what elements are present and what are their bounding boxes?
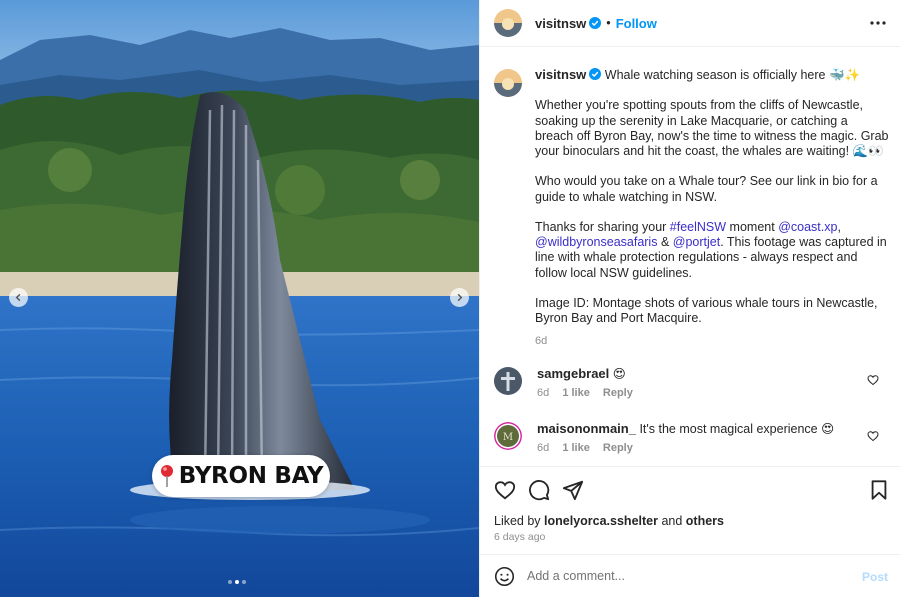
carousel-indicator: [228, 580, 246, 584]
username-link[interactable]: visitnsw: [535, 16, 586, 31]
verified-badge-icon: [589, 68, 602, 80]
comment-time: 6d: [537, 442, 550, 454]
separator-dot: •: [606, 16, 611, 30]
caption-body: visitnsw Whale watching season is offici…: [535, 67, 889, 349]
comment-body: maisononmain_ It's the most magical expe…: [537, 421, 889, 454]
heart-icon[interactable]: [494, 479, 516, 501]
avatar[interactable]: [494, 69, 522, 97]
likes-prefix: Liked by: [494, 514, 545, 528]
caption-timestamp: 6d: [535, 334, 548, 347]
caption-headline-text: Whale watching season is officially here…: [604, 68, 861, 82]
caption-text: moment: [726, 219, 779, 234]
heart-icon[interactable]: [867, 374, 879, 386]
carousel-dot-active: [235, 580, 239, 584]
mention-link[interactable]: @portjet: [673, 235, 720, 249]
carousel-dot: [228, 580, 232, 584]
caption-paragraph: Who would you take on a Whale tour? See …: [535, 174, 878, 204]
comment-input[interactable]: [527, 569, 847, 583]
comment-username[interactable]: maisononmain_: [537, 421, 636, 436]
follow-button[interactable]: Follow: [616, 16, 657, 31]
comment-content: It's the most magical experience 😍: [639, 422, 835, 436]
comment-item: M maisononmain_ It's the most magical ex…: [494, 421, 889, 454]
comment-username[interactable]: samgebrael: [537, 366, 609, 381]
caption-paragraph: Thanks for sharing your #feelNSW moment …: [535, 220, 889, 281]
comment-body: samgebrael 😍 6d 1 like Reply: [537, 366, 889, 399]
verified-badge-icon: [589, 17, 602, 29]
post-caption: visitnsw Whale watching season is offici…: [494, 67, 889, 349]
carousel-dot: [242, 580, 246, 584]
comment-icon[interactable]: [528, 479, 550, 501]
hashtag-link[interactable]: #feelNSW: [670, 220, 726, 234]
reply-button[interactable]: Reply: [603, 442, 633, 454]
liker-username[interactable]: lonelyorca.sshelter: [544, 514, 658, 528]
caption-username[interactable]: visitnsw: [535, 67, 586, 82]
avatar[interactable]: M: [494, 422, 522, 450]
caption-headline: visitnsw Whale watching season is offici…: [535, 67, 889, 83]
post-timestamp: 6 days ago: [494, 531, 546, 543]
avatar[interactable]: [494, 9, 522, 37]
caption-paragraph: Whether you're spotting spouts from the …: [535, 98, 889, 158]
likes-middle: and: [657, 514, 686, 528]
caption-text: Thanks for sharing your: [535, 219, 670, 234]
carousel-prev-button[interactable]: [9, 288, 28, 307]
post-comment-button[interactable]: Post: [862, 570, 888, 584]
chevron-left-icon: [15, 293, 21, 302]
bookmark-icon[interactable]: [868, 479, 890, 501]
reply-button[interactable]: Reply: [603, 387, 633, 399]
location-label: BYRON BAY: [178, 463, 324, 489]
caption-paragraph: Image ID: Montage shots of various whale…: [535, 295, 878, 326]
heart-icon[interactable]: [867, 430, 879, 442]
likes-summary: Liked by lonelyorca.sshelter and others: [494, 514, 724, 528]
location-sticker: BYRON BAY: [152, 455, 330, 497]
comment-text: samgebrael 😍: [537, 366, 889, 382]
comment-meta: 6d 1 like Reply: [537, 387, 889, 399]
likes-others-link[interactable]: others: [686, 514, 724, 528]
mention-link[interactable]: @wildbyronseasafaris: [535, 235, 657, 249]
share-icon[interactable]: [562, 479, 584, 501]
avatar[interactable]: [494, 367, 522, 395]
more-options-icon[interactable]: [869, 14, 887, 32]
caption-text: ,: [837, 219, 841, 234]
chevron-right-icon: [457, 293, 463, 302]
comment-content: 😍: [612, 367, 626, 381]
whale-photo: [0, 0, 479, 597]
post-actions: Liked by lonelyorca.sshelter and others …: [480, 466, 900, 552]
caption-text: &: [657, 235, 673, 250]
carousel-next-button[interactable]: [450, 288, 469, 307]
comment-likes[interactable]: 1 like: [562, 442, 590, 454]
post-side-panel: visitnsw • Follow visitnsw Whale watchin…: [479, 0, 900, 597]
emoji-icon[interactable]: [494, 566, 515, 587]
svg-text:M: M: [503, 432, 513, 443]
instagram-post: BYRON BAY visitnsw • Follow visitnsw Wha…: [0, 0, 900, 597]
post-media[interactable]: BYRON BAY: [0, 0, 479, 597]
comment-item: samgebrael 😍 6d 1 like Reply: [494, 366, 889, 399]
comment-time: 6d: [537, 387, 550, 399]
comment-likes[interactable]: 1 like: [562, 387, 590, 399]
comment-text: maisononmain_ It's the most magical expe…: [537, 421, 889, 437]
post-header: visitnsw • Follow: [480, 0, 900, 47]
comment-meta: 6d 1 like Reply: [537, 442, 889, 454]
add-comment-bar: Post: [480, 554, 900, 597]
mention-link[interactable]: @coast.xp: [778, 220, 837, 234]
location-pin-icon: [160, 465, 173, 487]
